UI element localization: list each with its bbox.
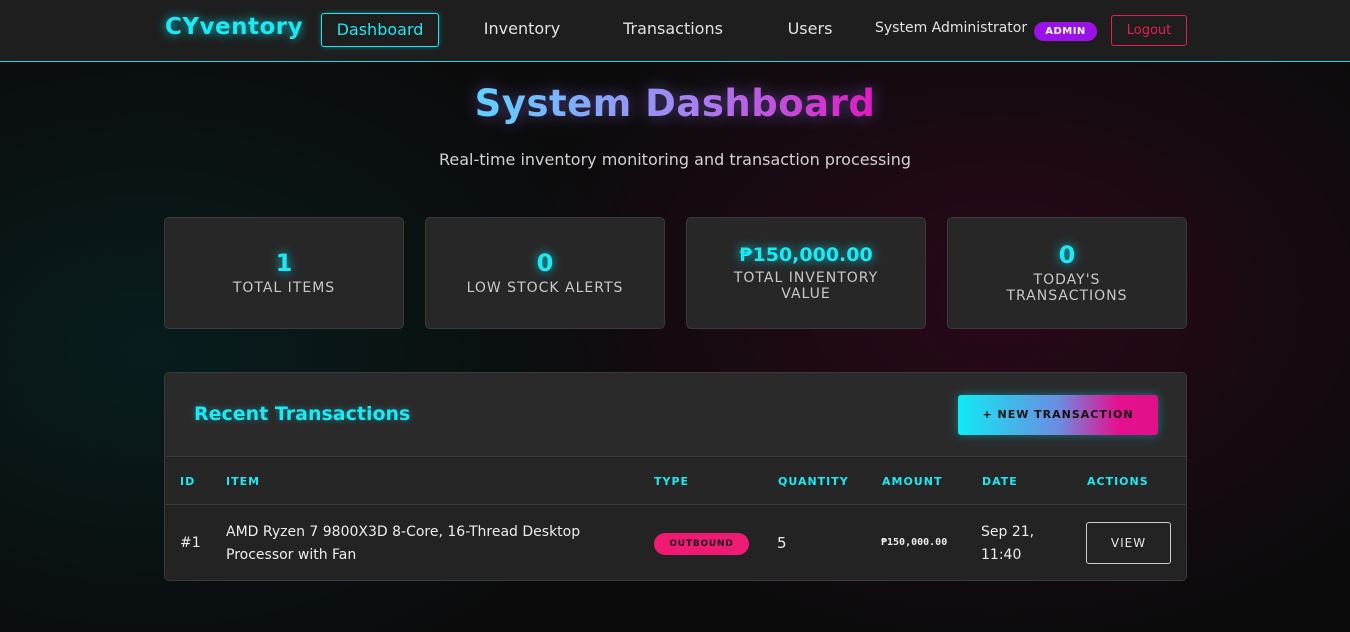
stat-value: 1 [275, 249, 293, 277]
cell-amount: ₱150,000.00 [881, 537, 948, 548]
cell-item: AMD Ryzen 7 9800X3D 8-Core, 16-Thread De… [226, 524, 581, 563]
nav-link-inventory[interactable]: Inventory [467, 13, 577, 47]
column-header-item: ITEM [226, 475, 261, 488]
cell-quantity: 5 [777, 534, 787, 552]
cell-date: Sep 21, 11:40 [981, 524, 1035, 563]
recent-transactions-panel: Recent Transactions + NEW TRANSACTION ID… [164, 372, 1187, 581]
brand-logo[interactable]: CYventory [165, 14, 303, 40]
panel-title: Recent Transactions [194, 403, 411, 425]
stat-card-today-transactions: 0 TODAY'S TRANSACTIONS [947, 217, 1187, 329]
table-header: ID ITEM TYPE QUANTITY AMOUNT DATE ACTION… [165, 458, 1186, 505]
table-row: #1 AMD Ryzen 7 9800X3D 8-Core, 16-Thread… [165, 505, 1186, 580]
stat-card-inventory-value: ₱150,000.00 TOTAL INVENTORY VALUE [686, 217, 926, 329]
role-badge: ADMIN [1034, 22, 1097, 41]
nav-link-dashboard[interactable]: Dashboard [321, 13, 439, 47]
type-badge: OUTBOUND [654, 533, 749, 555]
column-header-type: TYPE [654, 475, 690, 488]
logout-button[interactable]: Logout [1111, 15, 1187, 46]
stat-value: 0 [1058, 241, 1076, 269]
column-header-quantity: QUANTITY [778, 475, 849, 488]
user-name: System Administrator [875, 20, 1028, 36]
stat-label: TODAY'S TRANSACTIONS [1006, 272, 1128, 304]
stat-label: TOTAL ITEMS [232, 280, 336, 296]
nav-link-users[interactable]: Users [770, 13, 850, 47]
page-title: System Dashboard [0, 82, 1350, 125]
stat-value: ₱150,000.00 [739, 244, 873, 266]
cell-id: #1 [180, 535, 201, 551]
page-title-text: System Dashboard [474, 82, 876, 125]
page-subtitle: Real-time inventory monitoring and trans… [438, 150, 912, 169]
stat-card-low-stock: 0 LOW STOCK ALERTS [425, 217, 665, 329]
new-transaction-button[interactable]: + NEW TRANSACTION [958, 395, 1158, 435]
column-header-date: DATE [982, 475, 1018, 488]
view-button[interactable]: VIEW [1086, 522, 1171, 564]
column-header-id: ID [180, 475, 196, 488]
navbar: CYventory Dashboard Inventory Transactio… [0, 0, 1350, 62]
panel-header: Recent Transactions + NEW TRANSACTION [165, 373, 1186, 457]
stat-value: 0 [536, 249, 554, 277]
column-header-amount: AMOUNT [882, 475, 943, 488]
column-header-actions: ACTIONS [1087, 475, 1149, 488]
stat-card-total-items: 1 TOTAL ITEMS [164, 217, 404, 329]
nav-link-transactions[interactable]: Transactions [605, 13, 741, 47]
stat-label: LOW STOCK ALERTS [466, 280, 624, 296]
stat-label: TOTAL INVENTORY VALUE [733, 270, 879, 302]
